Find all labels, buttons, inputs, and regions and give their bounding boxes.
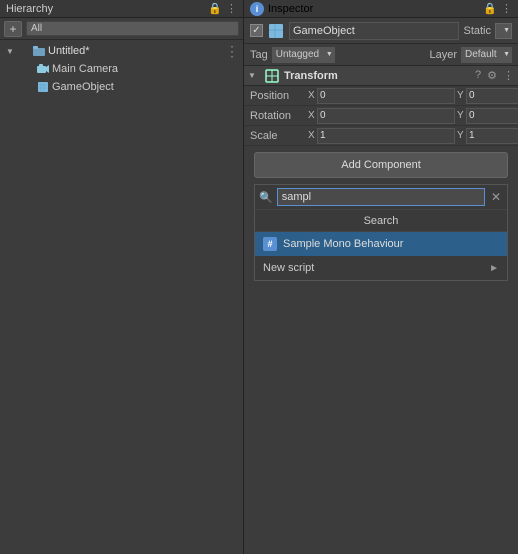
hierarchy-search-input[interactable] xyxy=(26,21,239,36)
layer-dropdown[interactable]: Default xyxy=(461,47,512,63)
gameobject-row: Static ▼ xyxy=(244,18,518,44)
inspector-lock-icon: 🔒 xyxy=(483,2,497,15)
new-script-label: New script xyxy=(263,262,485,274)
lock-icon: 🔒 xyxy=(208,2,222,15)
search-magnifier-icon: 🔍 xyxy=(259,191,273,204)
gameobject-label: GameObject xyxy=(52,81,114,93)
transform-title: Transform xyxy=(284,70,471,82)
hierarchy-toolbar: + xyxy=(0,18,243,40)
position-xyz-group: X Y Z xyxy=(308,88,518,104)
layer-label: Layer xyxy=(429,49,457,61)
new-script-arrow-icon: ► xyxy=(489,263,499,274)
scene-icon xyxy=(32,44,46,58)
rotation-x-label: X xyxy=(308,110,316,121)
position-label: Position xyxy=(250,90,308,102)
tag-layer-row: Tag Untagged ▼ Layer Default ▼ xyxy=(244,44,518,66)
position-row: Position X Y Z xyxy=(244,86,518,106)
inspector-panel: i Inspector 🔒 ⋮ Static ▼ Tag Untagged xyxy=(244,0,518,554)
scale-y-label: Y xyxy=(457,130,465,141)
rotation-y-label: Y xyxy=(457,110,465,121)
static-dropdown[interactable] xyxy=(495,23,512,39)
layer-dropdown-wrapper: Default ▼ xyxy=(461,47,512,63)
position-y-field: Y xyxy=(457,88,518,104)
scale-xyz-group: X Y Z xyxy=(308,128,518,144)
position-y-label: Y xyxy=(457,90,465,101)
transform-more-icon[interactable]: ⋮ xyxy=(503,69,514,82)
tree-item-gameobject[interactable]: GameObject xyxy=(0,78,243,96)
search-result-sample-mono[interactable]: # Sample Mono Behaviour xyxy=(255,232,507,256)
static-dropdown-wrapper: ▼ xyxy=(495,23,512,39)
rotation-y-input[interactable] xyxy=(466,108,518,124)
scale-y-field: Y xyxy=(457,128,518,144)
inspector-header-icons: 🔒 ⋮ xyxy=(483,2,512,15)
transform-icon xyxy=(264,68,280,84)
tree-item-camera[interactable]: Main Camera xyxy=(0,60,243,78)
inspector-header: i Inspector 🔒 ⋮ xyxy=(244,0,518,18)
inspector-footer xyxy=(244,281,518,554)
rotation-x-input[interactable] xyxy=(317,108,455,124)
hierarchy-panel: Hierarchy 🔒 ⋮ + Untitled* ⋮ xyxy=(0,0,244,554)
hierarchy-content: Untitled* ⋮ Main Camera xyxy=(0,40,243,554)
gameobject-icon xyxy=(267,22,285,40)
hierarchy-title-text: Hierarchy xyxy=(6,3,53,15)
rotation-x-field: X xyxy=(308,108,455,124)
more-icon: ⋮ xyxy=(226,2,237,15)
inspector-title-row: i Inspector xyxy=(250,2,313,16)
inspector-info-icon: i xyxy=(250,2,264,16)
scale-label: Scale xyxy=(250,130,308,142)
tag-dropdown[interactable]: Untagged xyxy=(272,47,335,63)
script-hash-icon: # xyxy=(263,237,277,251)
hierarchy-add-button[interactable]: + xyxy=(4,21,22,37)
camera-icon xyxy=(36,62,50,76)
transform-fold-arrow[interactable]: ▼ xyxy=(248,71,260,80)
add-component-button[interactable]: Add Component xyxy=(254,152,508,178)
scale-y-input[interactable] xyxy=(466,128,518,144)
position-x-field: X xyxy=(308,88,455,104)
sample-mono-label: Sample Mono Behaviour xyxy=(283,238,499,250)
rotation-y-field: Y xyxy=(457,108,518,124)
hierarchy-title: Hierarchy xyxy=(6,3,53,15)
tag-dropdown-wrapper: Untagged ▼ xyxy=(272,47,335,63)
scale-x-field: X xyxy=(308,128,455,144)
scene-label: Untitled* xyxy=(48,45,90,57)
gameobject-name-input[interactable] xyxy=(289,22,459,40)
tree-item-scene[interactable]: Untitled* ⋮ xyxy=(0,42,243,60)
position-x-label: X xyxy=(308,90,316,101)
scene-options-icon[interactable]: ⋮ xyxy=(225,43,239,60)
camera-label: Main Camera xyxy=(52,63,118,75)
search-input[interactable] xyxy=(277,188,485,206)
scene-expand-arrow xyxy=(4,45,16,57)
transform-icons-right: ? ⚙ ⋮ xyxy=(475,69,514,82)
hierarchy-header: Hierarchy 🔒 ⋮ xyxy=(0,0,243,18)
rotation-label: Rotation xyxy=(250,110,308,122)
scale-x-label: X xyxy=(308,130,316,141)
position-y-input[interactable] xyxy=(466,88,518,104)
search-input-wrapper: 🔍 ✕ xyxy=(255,185,507,210)
inspector-more-icon: ⋮ xyxy=(501,2,512,15)
hierarchy-header-icons: 🔒 ⋮ xyxy=(208,2,237,15)
search-clear-button[interactable]: ✕ xyxy=(489,190,503,204)
transform-settings-icon[interactable]: ⚙ xyxy=(487,69,497,82)
position-x-input[interactable] xyxy=(317,88,455,104)
gameobject-cube-icon xyxy=(36,80,50,94)
transform-header: ▼ Transform ? ⚙ ⋮ xyxy=(244,66,518,86)
transform-help-icon[interactable]: ? xyxy=(475,69,481,82)
inspector-title: Inspector xyxy=(268,3,313,15)
search-section-label: Search xyxy=(255,210,507,232)
tag-label: Tag xyxy=(250,49,268,61)
search-result-new-script[interactable]: New script ► xyxy=(255,256,507,280)
gameobject-active-checkbox[interactable] xyxy=(250,24,263,37)
scale-row: Scale X Y Z xyxy=(244,126,518,146)
rotation-xyz-group: X Y Z xyxy=(308,108,518,124)
search-dropdown: 🔍 ✕ Search # Sample Mono Behaviour New s… xyxy=(254,184,508,281)
static-label: Static xyxy=(463,25,491,37)
rotation-row: Rotation X Y Z xyxy=(244,106,518,126)
scale-x-input[interactable] xyxy=(317,128,455,144)
